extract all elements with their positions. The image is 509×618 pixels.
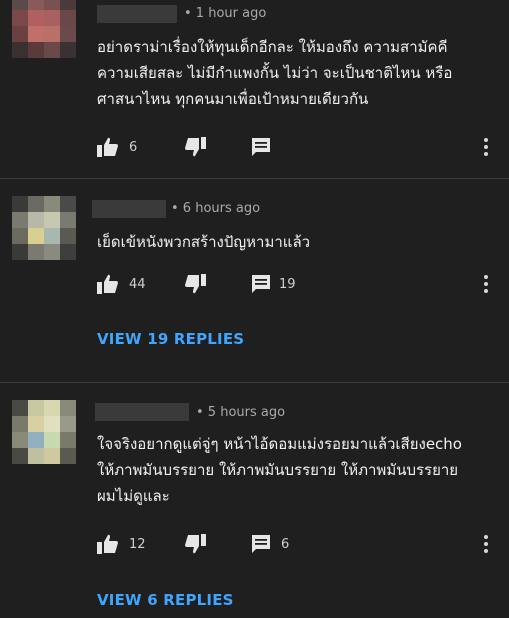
thumb-up-icon	[97, 274, 119, 294]
reply-icon	[251, 534, 271, 554]
comment-text: ใจจริงอยากดูแต่จู่ๆ หน้าไอ้ดอมแม่งรอยมาแ…	[97, 435, 462, 505]
thumb-down-icon	[184, 274, 206, 294]
reply-count: 19	[279, 276, 296, 292]
reply-icon	[251, 274, 271, 294]
comment-timestamp: • 5 hours ago	[196, 405, 286, 420]
comment-2: • 6 hours ago เย็ดเข้หนังพวกสร้างปัญหามา…	[0, 179, 509, 382]
thumb-up-icon	[97, 534, 119, 554]
like-button[interactable]: 12	[97, 532, 146, 556]
like-count: 44	[129, 276, 146, 292]
like-button[interactable]: 44	[97, 272, 146, 296]
comment-text: อย่าดราม่าเรื่องให้ทุนเด็กอีกละ ให้มองถึ…	[97, 38, 453, 108]
more-vert-icon	[484, 138, 488, 142]
thumb-up-icon	[97, 137, 119, 157]
reply-button[interactable]: 19	[251, 272, 296, 296]
comment-3: • 5 hours ago ใจจริงอยากดูแต่จู่ๆ หน้าไอ…	[0, 383, 509, 618]
comment-1: • 1 hour ago อย่าดราม่าเรื่องให้ทุนเด็กอ…	[0, 0, 509, 178]
more-vert-icon	[484, 275, 488, 279]
dislike-button[interactable]	[184, 532, 206, 556]
dislike-button[interactable]	[184, 135, 206, 159]
avatar-pixelated[interactable]	[12, 400, 76, 464]
dislike-button[interactable]	[184, 272, 206, 296]
reply-icon	[251, 137, 271, 157]
more-options-button[interactable]	[480, 532, 492, 556]
avatar-pixelated[interactable]	[12, 196, 76, 260]
like-count: 12	[129, 536, 146, 552]
reply-button[interactable]: 6	[251, 532, 289, 556]
comment-timestamp: • 6 hours ago	[171, 201, 261, 216]
avatar-pixelated[interactable]	[12, 0, 76, 58]
comment-text: เย็ดเข้หนังพวกสร้างปัญหามาแล้ว	[97, 233, 311, 251]
more-options-button[interactable]	[480, 272, 492, 296]
thumb-down-icon	[184, 534, 206, 554]
reply-count: 6	[281, 536, 290, 552]
comment-actions: 6	[97, 135, 497, 159]
like-button[interactable]: 6	[97, 135, 137, 159]
thumb-down-icon	[184, 137, 206, 157]
like-count: 6	[129, 139, 138, 155]
comment-timestamp: • 1 hour ago	[184, 6, 267, 21]
username-redacted[interactable]	[92, 200, 166, 218]
comment-actions: 12 6	[97, 532, 497, 556]
more-vert-icon	[484, 535, 488, 539]
more-options-button[interactable]	[480, 135, 492, 159]
username-redacted[interactable]	[97, 5, 177, 23]
comment-actions: 44 19	[97, 272, 497, 296]
view-replies-link[interactable]: VIEW 6 REPLIES	[97, 591, 234, 609]
reply-button[interactable]	[251, 135, 271, 159]
username-redacted[interactable]	[95, 403, 189, 421]
view-replies-link[interactable]: VIEW 19 REPLIES	[97, 330, 244, 348]
